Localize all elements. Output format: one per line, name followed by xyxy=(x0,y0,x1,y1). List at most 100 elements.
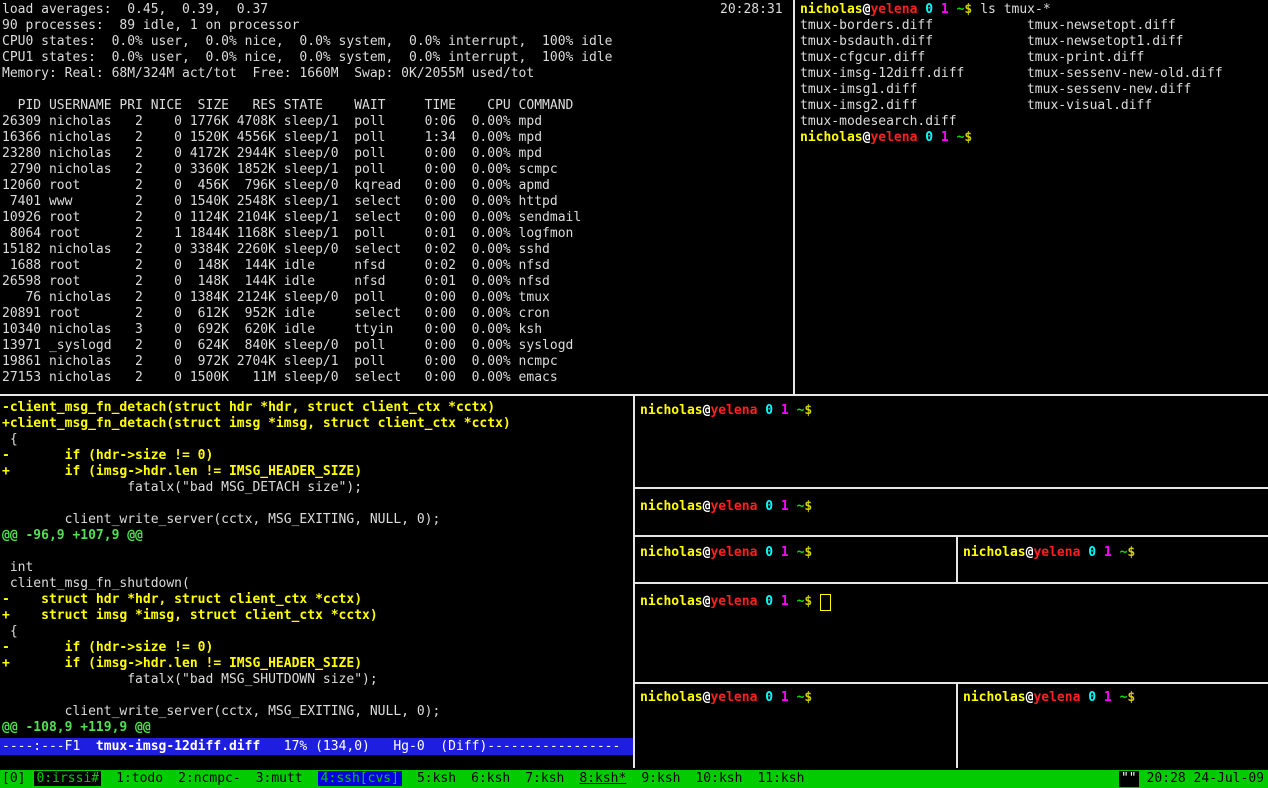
pane-border-h5 xyxy=(635,682,1268,684)
shell-prompt: nicholas@yelena 0 1 ~$ xyxy=(640,545,812,560)
prompt-segment: nicholas xyxy=(640,690,703,705)
status-window-0[interactable]: 0:irssi# xyxy=(34,771,101,786)
shell-prompt: nicholas@yelena 0 1 ~$ xyxy=(640,594,812,609)
pane-border-h3 xyxy=(635,535,1268,537)
diff-line: -client_msg_fn_detach(struct hdr *hdr, s… xyxy=(0,400,633,416)
status-window-6[interactable]: 6:ksh xyxy=(471,771,510,786)
prompt-segment: $ xyxy=(964,2,972,17)
status-window-8[interactable]: 8:ksh* xyxy=(579,771,626,786)
prompt-segment xyxy=(773,403,781,418)
prompt-segment: $ xyxy=(804,403,812,418)
prompt-segment: nicholas xyxy=(640,545,703,560)
pane-shell-ls[interactable]: nicholas@yelena 0 1 ~$ ls tmux-* tmux-bor… xyxy=(800,2,1266,146)
prompt-segment: 1 xyxy=(941,130,949,145)
status-window-11[interactable]: 11:ksh xyxy=(757,771,804,786)
status-window-5[interactable]: 5:ksh xyxy=(417,771,456,786)
prompt-segment: $ xyxy=(804,690,812,705)
diff-line xyxy=(0,496,633,512)
pane-shell-4[interactable]: nicholas@yelena 0 1 ~$ xyxy=(963,545,1135,561)
prompt-segment: nicholas xyxy=(640,499,703,514)
status-windows: 0:irssi# 1:todo 2:ncmpc- 3:mutt 4:ssh[cvs] 5:… xyxy=(34,771,819,787)
prompt-segment xyxy=(773,594,781,609)
diff-line: { xyxy=(0,624,633,640)
prompt-segment xyxy=(773,545,781,560)
prompt-segment: 1 xyxy=(941,2,949,17)
diff-line xyxy=(0,544,633,560)
status-window-2[interactable]: 2:ncmpc- xyxy=(178,771,241,786)
prompt-segment: $ xyxy=(804,499,812,514)
shell-prompt: nicholas@yelena 0 1 ~$ xyxy=(800,130,972,145)
pane-emacs-diff[interactable]: -client_msg_fn_detach(struct hdr *hdr, s… xyxy=(0,400,633,755)
prompt-segment xyxy=(933,2,941,17)
prompt-segment: 1 xyxy=(781,594,789,609)
shell-prompt-line: nicholas@yelena 0 1 ~$ xyxy=(800,130,1266,146)
diff-line: fatalx("bad MSG_SHUTDOWN size"); xyxy=(0,672,633,688)
shell-prompt: nicholas@yelena 0 1 ~$ xyxy=(963,545,1135,560)
status-window-1[interactable]: 1:todo xyxy=(116,771,163,786)
pane-shell-2[interactable]: nicholas@yelena 0 1 ~$ xyxy=(640,499,812,515)
modeline-prefix: ----:---F1 xyxy=(2,739,96,754)
prompt-segment: $ xyxy=(1127,690,1135,705)
prompt-segment xyxy=(949,2,957,17)
prompt-segment: yelena xyxy=(710,690,757,705)
prompt-segment: 0 xyxy=(765,690,773,705)
pane-border-vertical-top xyxy=(793,0,795,394)
modeline-filename: tmux-imsg-12diff.diff xyxy=(96,739,260,754)
diff-line: client_write_server(cctx, MSG_EXITING, N… xyxy=(0,704,633,720)
diff-line: - struct hdr *hdr, struct client_ctx *cc… xyxy=(0,592,633,608)
pane-border-v3 xyxy=(956,537,958,582)
prompt-segment: 0 xyxy=(765,545,773,560)
prompt-segment: nicholas xyxy=(963,545,1026,560)
prompt-segment: $ xyxy=(964,130,972,145)
status-window-7[interactable]: 7:ksh xyxy=(525,771,564,786)
pane-shell-5[interactable]: nicholas@yelena 0 1 ~$ xyxy=(640,690,812,706)
prompt-segment xyxy=(933,130,941,145)
status-session: [0] xyxy=(2,771,25,787)
ls-output: tmux-borders.diff tmux-newsetopt.diff tm… xyxy=(800,18,1266,130)
prompt-segment xyxy=(789,499,797,514)
prompt-segment xyxy=(949,130,957,145)
diff-line: int xyxy=(0,560,633,576)
top-clock: 20:28:31 xyxy=(720,2,783,18)
prompt-segment: yelena xyxy=(870,2,917,17)
pane-shell-active[interactable]: nicholas@yelena 0 1 ~$ xyxy=(640,594,831,611)
pane-top-process-monitor[interactable]: load averages: 0.45, 0.39, 0.37 90 proce… xyxy=(2,2,790,386)
prompt-segment xyxy=(789,690,797,705)
pane-shell-1[interactable]: nicholas@yelena 0 1 ~$ xyxy=(640,403,812,419)
prompt-segment: 0 xyxy=(925,130,933,145)
pane-shell-6[interactable]: nicholas@yelena 0 1 ~$ xyxy=(963,690,1135,706)
status-right: "" 20:28 24-Jul-09 xyxy=(1119,771,1268,787)
modeline-suffix: 17% (134,0) Hg-0 (Diff)----------------- xyxy=(260,739,620,754)
status-window-3[interactable]: 3:mutt xyxy=(256,771,303,786)
prompt-segment: yelena xyxy=(710,594,757,609)
prompt-segment xyxy=(789,545,797,560)
ls-command: ls tmux-* xyxy=(980,2,1050,17)
prompt-segment: 0 xyxy=(765,403,773,418)
prompt-segment: 1 xyxy=(1104,690,1112,705)
status-window-9[interactable]: 9:ksh xyxy=(641,771,680,786)
prompt-segment: 0 xyxy=(1088,545,1096,560)
diff-line: +client_msg_fn_detach(struct imsg *imsg,… xyxy=(0,416,633,432)
prompt-segment xyxy=(1112,690,1120,705)
status-window-4[interactable]: 4:ssh[cvs] xyxy=(318,771,402,786)
prompt-segment: nicholas xyxy=(800,130,863,145)
terminal-cursor xyxy=(820,594,831,611)
prompt-segment: 0 xyxy=(765,499,773,514)
prompt-segment: 1 xyxy=(1104,545,1112,560)
diff-line: + if (imsg->hdr.len != IMSG_HEADER_SIZE) xyxy=(0,464,633,480)
prompt-segment xyxy=(1112,545,1120,560)
prompt-segment: nicholas xyxy=(800,2,863,17)
status-pane-title: "" xyxy=(1119,771,1139,787)
shell-prompt: nicholas@yelena 0 1 ~$ xyxy=(640,403,812,418)
diff-line: fatalx("bad MSG_DETACH size"); xyxy=(0,480,633,496)
shell-prompt: nicholas@yelena 0 1 ~$ xyxy=(640,499,812,514)
prompt-segment xyxy=(789,403,797,418)
prompt-segment: 1 xyxy=(781,499,789,514)
prompt-segment: yelena xyxy=(710,499,757,514)
prompt-segment: $ xyxy=(1127,545,1135,560)
emacs-modeline: ----:---F1 tmux-imsg-12diff.diff 17% (13… xyxy=(0,738,633,755)
pane-shell-3[interactable]: nicholas@yelena 0 1 ~$ xyxy=(640,545,812,561)
pane-border-v4 xyxy=(956,684,958,768)
prompt-segment xyxy=(773,499,781,514)
status-window-10[interactable]: 10:ksh xyxy=(695,771,742,786)
